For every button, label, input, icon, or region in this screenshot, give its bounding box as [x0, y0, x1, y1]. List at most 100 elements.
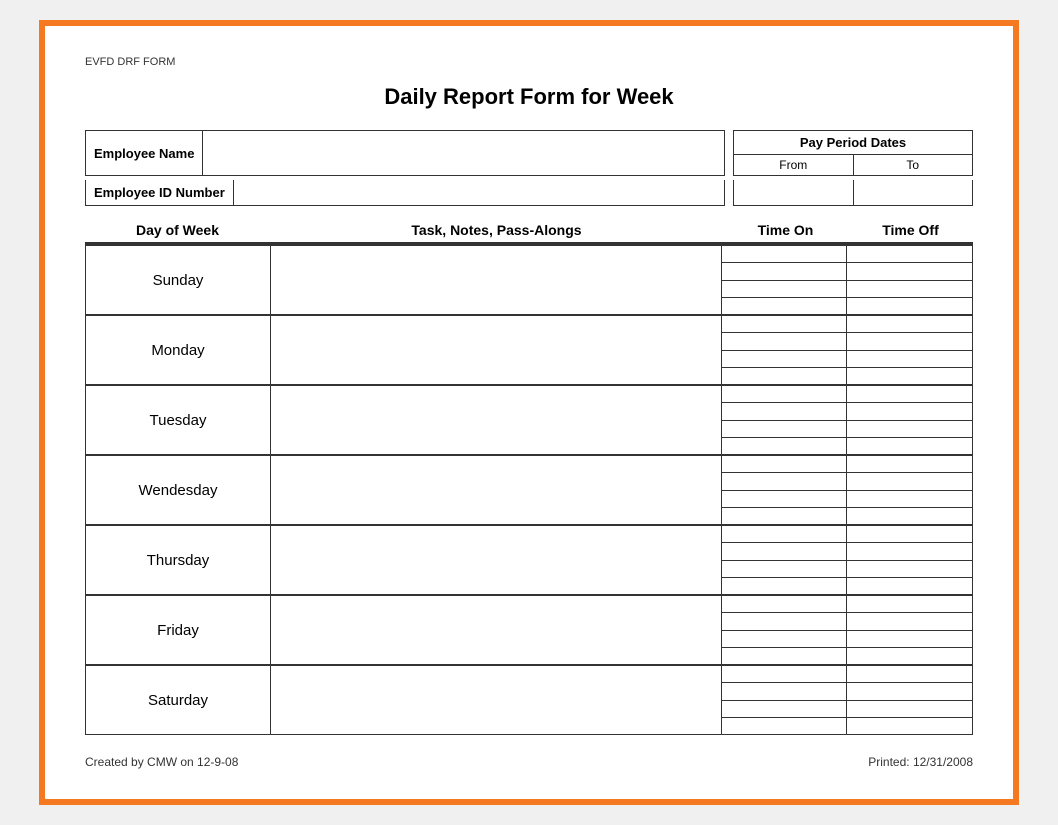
- time-on-line[interactable]: [722, 316, 846, 333]
- time-on-line[interactable]: [722, 456, 846, 473]
- task-input[interactable]: [271, 596, 722, 664]
- time-on-line[interactable]: [722, 491, 846, 508]
- time-on-line[interactable]: [722, 473, 846, 490]
- time-off-line[interactable]: [847, 473, 972, 490]
- time-on-line[interactable]: [722, 333, 846, 350]
- time-on-line[interactable]: [722, 543, 846, 560]
- time-on-cell: [722, 246, 847, 314]
- day-label: Saturday: [86, 666, 271, 734]
- time-off-line[interactable]: [847, 578, 972, 594]
- time-off-line[interactable]: [847, 508, 972, 524]
- time-off-line[interactable]: [847, 351, 972, 368]
- time-on-line[interactable]: [722, 281, 846, 298]
- time-on-line[interactable]: [722, 631, 846, 648]
- time-on-cell: [722, 596, 847, 664]
- time-off-line[interactable]: [847, 281, 972, 298]
- day-label: Sunday: [86, 246, 271, 314]
- day-label: Wendesday: [86, 456, 271, 524]
- main-table: SundayMondayTuesdayWendesdayThursdayFrid…: [85, 244, 973, 735]
- time-off-line[interactable]: [847, 596, 972, 613]
- time-on-line[interactable]: [722, 701, 846, 718]
- time-on-line[interactable]: [722, 561, 846, 578]
- time-off-line[interactable]: [847, 316, 972, 333]
- table-row: Thursday: [86, 524, 972, 594]
- day-label: Tuesday: [86, 386, 271, 454]
- time-on-line[interactable]: [722, 526, 846, 543]
- time-off-line[interactable]: [847, 298, 972, 314]
- time-on-line[interactable]: [722, 368, 846, 384]
- time-off-line[interactable]: [847, 631, 972, 648]
- time-off-cell: [847, 596, 972, 664]
- time-off-line[interactable]: [847, 648, 972, 664]
- time-off-line[interactable]: [847, 456, 972, 473]
- pay-period-to-input[interactable]: [854, 180, 973, 205]
- time-off-line[interactable]: [847, 683, 972, 700]
- time-off-line[interactable]: [847, 263, 972, 280]
- time-on-line[interactable]: [722, 246, 846, 263]
- time-on-line[interactable]: [722, 386, 846, 403]
- time-off-line[interactable]: [847, 561, 972, 578]
- footer-created: Created by CMW on 12-9-08: [85, 755, 238, 769]
- form-title: Daily Report Form for Week: [85, 84, 973, 110]
- time-on-line[interactable]: [722, 351, 846, 368]
- task-input[interactable]: [271, 666, 722, 734]
- time-on-line[interactable]: [722, 683, 846, 700]
- form-footer: Created by CMW on 12-9-08 Printed: 12/31…: [85, 755, 973, 769]
- col-header-timeoff: Time Off: [848, 222, 973, 238]
- time-off-line[interactable]: [847, 368, 972, 384]
- time-on-cell: [722, 386, 847, 454]
- table-row: Saturday: [86, 664, 972, 734]
- task-input[interactable]: [271, 456, 722, 524]
- time-off-line[interactable]: [847, 526, 972, 543]
- time-on-line[interactable]: [722, 438, 846, 454]
- time-on-cell: [722, 526, 847, 594]
- time-off-line[interactable]: [847, 386, 972, 403]
- time-off-line[interactable]: [847, 701, 972, 718]
- employee-id-label: Employee ID Number: [85, 180, 234, 206]
- time-off-line[interactable]: [847, 421, 972, 438]
- task-input[interactable]: [271, 316, 722, 384]
- time-on-line[interactable]: [722, 263, 846, 280]
- time-off-line[interactable]: [847, 438, 972, 454]
- task-input[interactable]: [271, 526, 722, 594]
- employee-id-input[interactable]: [234, 180, 725, 206]
- time-off-line[interactable]: [847, 246, 972, 263]
- column-headers: Day of Week Task, Notes, Pass-Alongs Tim…: [85, 222, 973, 244]
- time-off-line[interactable]: [847, 403, 972, 420]
- pay-period-to-label: To: [854, 155, 973, 175]
- time-on-line[interactable]: [722, 666, 846, 683]
- table-row: Monday: [86, 314, 972, 384]
- time-on-line[interactable]: [722, 298, 846, 314]
- col-header-task: Task, Notes, Pass-Alongs: [270, 222, 723, 238]
- time-on-line[interactable]: [722, 421, 846, 438]
- time-off-line[interactable]: [847, 491, 972, 508]
- form-header-label: EVFD DRF FORM: [85, 56, 973, 68]
- time-off-cell: [847, 246, 972, 314]
- day-label: Monday: [86, 316, 271, 384]
- form-container: EVFD DRF FORM Daily Report Form for Week…: [39, 20, 1019, 805]
- employee-name-input[interactable]: [203, 130, 725, 176]
- time-off-cell: [847, 316, 972, 384]
- time-on-line[interactable]: [722, 508, 846, 524]
- time-off-line[interactable]: [847, 543, 972, 560]
- task-input[interactable]: [271, 246, 722, 314]
- time-off-cell: [847, 456, 972, 524]
- time-on-line[interactable]: [722, 718, 846, 734]
- employee-name-row: Employee Name Pay Period Dates From To: [85, 130, 973, 176]
- time-off-line[interactable]: [847, 666, 972, 683]
- task-input[interactable]: [271, 386, 722, 454]
- employee-id-row: Employee ID Number: [85, 180, 973, 206]
- footer-printed: Printed: 12/31/2008: [868, 755, 973, 769]
- time-off-line[interactable]: [847, 613, 972, 630]
- pay-period-from-label: From: [734, 155, 854, 175]
- time-off-line[interactable]: [847, 333, 972, 350]
- time-on-line[interactable]: [722, 596, 846, 613]
- time-on-cell: [722, 666, 847, 734]
- col-header-timeon: Time On: [723, 222, 848, 238]
- time-on-line[interactable]: [722, 578, 846, 594]
- time-off-line[interactable]: [847, 718, 972, 734]
- time-on-line[interactable]: [722, 648, 846, 664]
- time-on-line[interactable]: [722, 613, 846, 630]
- pay-period-from-input[interactable]: [734, 180, 854, 205]
- time-on-line[interactable]: [722, 403, 846, 420]
